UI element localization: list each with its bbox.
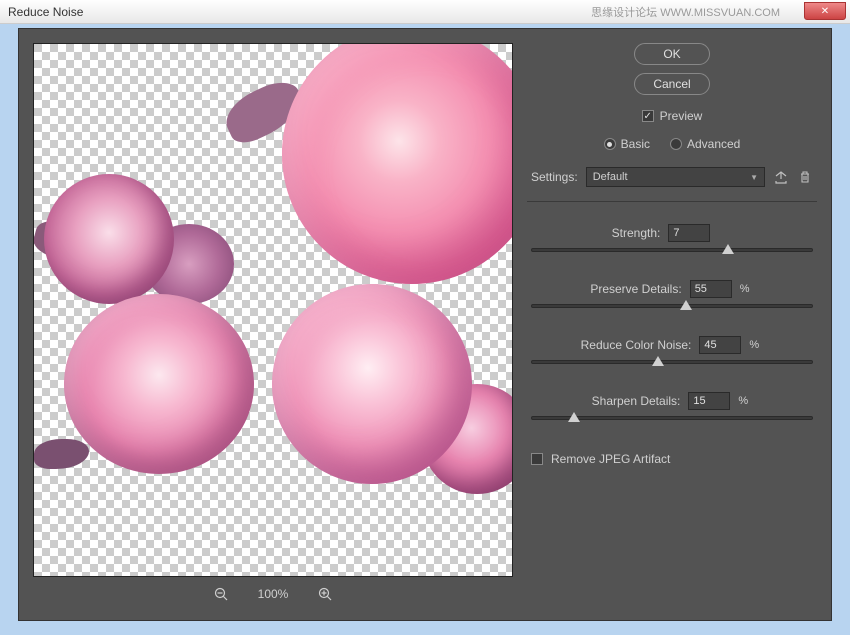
titlebar[interactable]: Reduce Noise 思缘设计论坛 WWW.MISSVUAN.COM ✕ [0,0,850,24]
dialog-body: 100% OK Cancel ✓ Preview Basic [18,28,832,621]
rose-decoration [272,284,472,484]
jpeg-artifact-checkbox[interactable] [531,453,543,465]
cancel-button[interactable]: Cancel [634,73,710,95]
reduce-color-noise-slider[interactable] [531,360,813,364]
watermark-text: 思缘设计论坛 WWW.MISSVUAN.COM [591,4,780,20]
zoom-out-icon [214,587,228,601]
slider-thumb[interactable] [680,300,692,310]
strength-slider[interactable] [531,248,813,252]
advanced-radio[interactable]: Advanced [670,137,740,151]
preserve-details-slider[interactable] [531,304,813,308]
preserve-details-param: Preserve Details: 55 % [531,280,813,308]
reduce-color-noise-label: Reduce Color Noise: [581,338,692,352]
strength-input[interactable]: 7 [668,224,710,242]
advanced-radio-label: Advanced [687,137,740,151]
rose-decoration [44,174,174,304]
strength-param: Strength: 7 [531,224,813,252]
trash-icon [798,170,812,184]
reduce-color-noise-input[interactable]: 45 [699,336,741,354]
settings-value: Default [593,171,628,183]
basic-radio[interactable]: Basic [604,137,650,151]
reduce-color-noise-param: Reduce Color Noise: 45 % [531,336,813,364]
zoom-controls: 100% [33,587,513,601]
radio-icon [670,138,682,150]
sharpen-details-param: Sharpen Details: 15 % [531,392,813,420]
controls-panel: OK Cancel ✓ Preview Basic Advanced Setti… [527,43,817,606]
settings-label: Settings: [531,170,578,184]
close-icon: ✕ [821,6,829,17]
slider-thumb[interactable] [652,356,664,366]
preview-checkbox[interactable]: ✓ [642,110,654,122]
reduce-color-noise-unit: % [749,339,763,351]
zoom-in-button[interactable] [318,587,332,601]
close-button[interactable]: ✕ [804,2,846,20]
settings-row: Settings: Default ▼ [527,167,817,202]
save-preset-button[interactable] [773,169,789,185]
sliders-group: Strength: 7 Preserve Details: 55 % [527,224,817,448]
zoom-level[interactable]: 100% [258,587,289,601]
mode-radio-group: Basic Advanced [527,137,817,151]
jpeg-artifact-row: Remove JPEG Artifact [527,452,817,466]
preview-checkbox-label: Preview [660,109,703,123]
sharpen-details-label: Sharpen Details: [592,394,681,408]
preserve-details-input[interactable]: 55 [690,280,732,298]
chevron-down-icon: ▼ [750,173,758,182]
rose-decoration [64,294,254,474]
rose-decoration [282,43,513,284]
jpeg-artifact-label: Remove JPEG Artifact [551,452,670,466]
settings-dropdown[interactable]: Default ▼ [586,167,765,187]
leaf-decoration [34,439,89,469]
delete-preset-button[interactable] [797,169,813,185]
preview-image[interactable] [33,43,513,577]
preserve-details-label: Preserve Details: [590,282,681,296]
window-title: Reduce Noise [8,5,83,19]
preview-panel: 100% [33,43,513,606]
slider-thumb[interactable] [568,412,580,422]
ok-button[interactable]: OK [634,43,710,65]
preview-checkbox-row: ✓ Preview [527,109,817,123]
action-buttons: OK Cancel [527,43,817,95]
radio-icon [604,138,616,150]
preview-content [34,44,512,576]
slider-thumb[interactable] [722,244,734,254]
sharpen-details-input[interactable]: 15 [688,392,730,410]
zoom-in-icon [318,587,332,601]
strength-label: Strength: [612,226,661,240]
sharpen-details-unit: % [738,395,752,407]
basic-radio-label: Basic [621,137,650,151]
sharpen-details-slider[interactable] [531,416,813,420]
zoom-out-button[interactable] [214,587,228,601]
dialog-window: Reduce Noise 思缘设计论坛 WWW.MISSVUAN.COM ✕ [0,0,850,635]
save-preset-icon [774,170,788,184]
preserve-details-unit: % [740,283,754,295]
